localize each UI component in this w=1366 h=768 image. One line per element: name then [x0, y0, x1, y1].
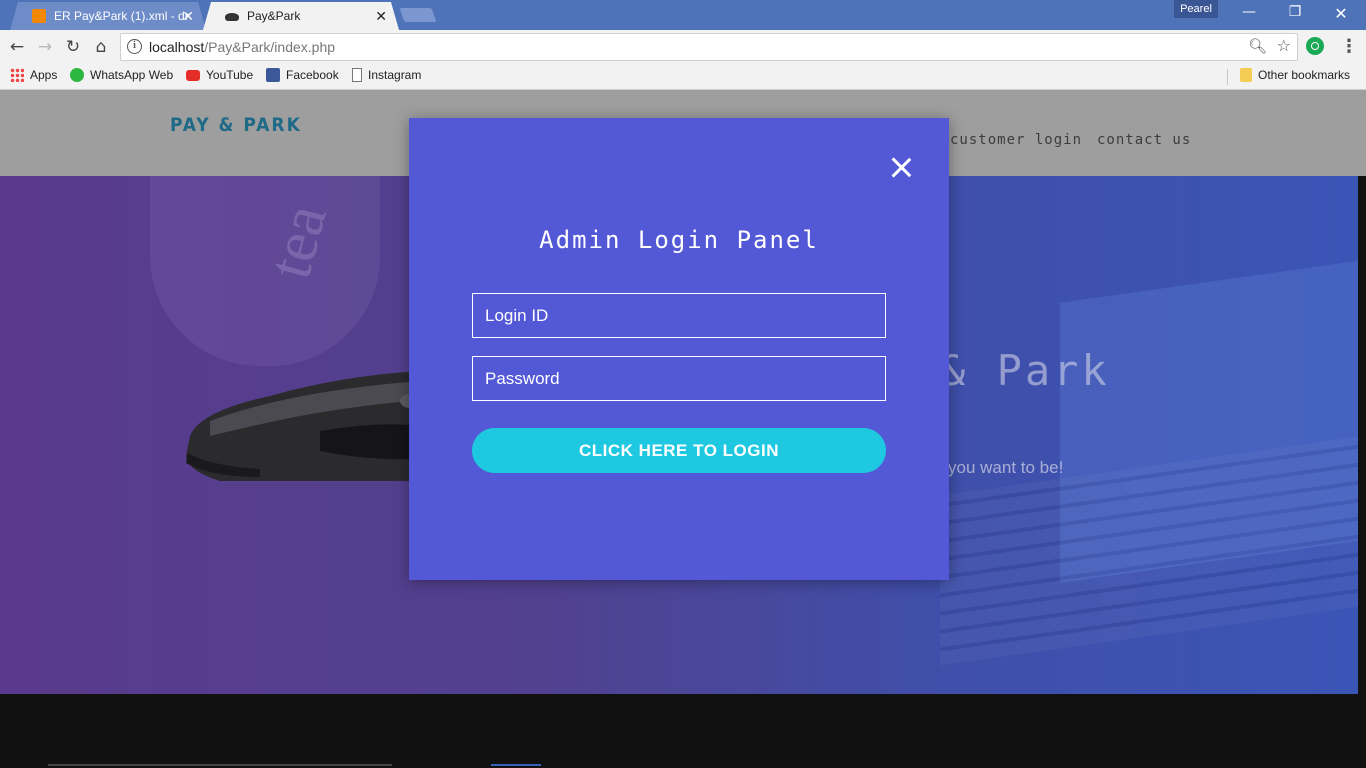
profile-chip[interactable]: Pearel: [1174, 0, 1218, 18]
facebook-icon: [266, 68, 280, 82]
browser-menu-icon[interactable]: ⋮: [1340, 36, 1358, 57]
page-icon: [352, 68, 362, 82]
bookmark-instagram[interactable]: Instagram: [352, 68, 421, 82]
minimize-icon[interactable]: —: [1226, 4, 1272, 20]
tab-title: Pay&Park: [247, 9, 301, 23]
bookmark-label: Apps: [30, 68, 58, 82]
bookmark-label: Instagram: [368, 68, 422, 82]
login-id-input[interactable]: [472, 293, 886, 338]
extension-icon[interactable]: [1306, 37, 1324, 55]
login-button[interactable]: CLICK HERE TO LOGIN: [472, 428, 886, 473]
apps-grid-icon: [10, 68, 24, 82]
browser-tab-strip: ER Pay&Park (1).xml - dra ✕ Pay&Park ✕ P…: [0, 0, 1366, 30]
folder-icon: [1240, 68, 1252, 82]
bookmarks-bar: Apps WhatsApp Web YouTube Facebook Insta…: [0, 64, 1366, 90]
bookmark-label: YouTube: [206, 68, 254, 82]
bookmark-label: Facebook: [286, 68, 339, 82]
bookmarks-divider: [1227, 69, 1228, 85]
nav-contact-us[interactable]: contact us: [1097, 132, 1191, 148]
tab-close-icon[interactable]: ✕: [182, 8, 194, 25]
back-arrow-icon[interactable]: ←: [6, 36, 28, 58]
logo-word-pay: PAY: [170, 114, 211, 136]
bookmark-facebook[interactable]: Facebook: [266, 68, 339, 82]
nav-customer-login[interactable]: customer login: [950, 132, 1082, 148]
browser-tab-payandpark[interactable]: Pay&Park ✕: [203, 2, 399, 30]
bookmark-label: Other bookmarks: [1258, 68, 1351, 82]
browser-tab-drawio[interactable]: ER Pay&Park (1).xml - dra ✕: [10, 2, 206, 30]
page-edge: [1358, 176, 1366, 694]
bookmark-label: WhatsApp Web: [90, 68, 174, 82]
restore-icon[interactable]: ❐: [1272, 4, 1318, 20]
hero-mug-image: [150, 176, 380, 366]
window-close-icon[interactable]: ✕: [1318, 4, 1364, 23]
bookmark-other[interactable]: Other bookmarks: [1240, 68, 1350, 82]
drawio-favicon-icon: [32, 9, 46, 23]
reload-icon[interactable]: ↻: [62, 36, 84, 58]
hero-subtitle: you want to be!: [948, 458, 1064, 477]
whatsapp-icon: [70, 68, 84, 82]
bookmark-star-icon[interactable]: ☆: [1277, 36, 1291, 55]
hero-title: & Park: [940, 346, 1110, 395]
page-viewport: PAY & PARK customer login contact us tea…: [0, 90, 1366, 768]
footer-divider: [48, 764, 392, 766]
zoom-icon[interactable]: 🔍︎: [1248, 37, 1267, 55]
info-icon[interactable]: i: [127, 39, 142, 54]
bookmark-whatsapp[interactable]: WhatsApp Web: [70, 68, 173, 82]
address-url[interactable]: localhost/Pay&Park/index.php: [149, 39, 335, 55]
footer-band: [0, 694, 1366, 768]
footer-accent: [491, 764, 541, 766]
address-bar[interactable]: i localhost/Pay&Park/index.php 🔍︎ ☆: [120, 33, 1298, 61]
site-logo[interactable]: PAY & PARK: [170, 114, 302, 136]
forward-arrow-icon[interactable]: →: [34, 36, 56, 58]
admin-login-modal: Admin Login Panel CLICK HERE TO LOGIN: [409, 118, 949, 580]
bookmark-youtube[interactable]: YouTube: [186, 68, 253, 82]
new-tab-button[interactable]: [399, 8, 437, 22]
tab-title: ER Pay&Park (1).xml - dra: [54, 9, 189, 23]
logo-word-park: PARK: [243, 114, 302, 136]
logo-ampersand: &: [218, 114, 236, 136]
browser-toolbar: ← → ↻ ⌂ i localhost/Pay&Park/index.php 🔍…: [0, 30, 1366, 64]
password-input[interactable]: [472, 356, 886, 401]
url-path: /Pay&Park/index.php: [204, 39, 336, 55]
youtube-icon: [186, 69, 200, 81]
url-host: localhost: [149, 39, 205, 55]
home-icon[interactable]: ⌂: [90, 36, 112, 58]
tab-close-icon[interactable]: ✕: [375, 8, 387, 25]
car-favicon-icon: [225, 13, 239, 21]
bookmark-apps[interactable]: Apps: [10, 68, 57, 82]
modal-title: Admin Login Panel: [539, 226, 819, 254]
close-icon[interactable]: [889, 156, 913, 180]
